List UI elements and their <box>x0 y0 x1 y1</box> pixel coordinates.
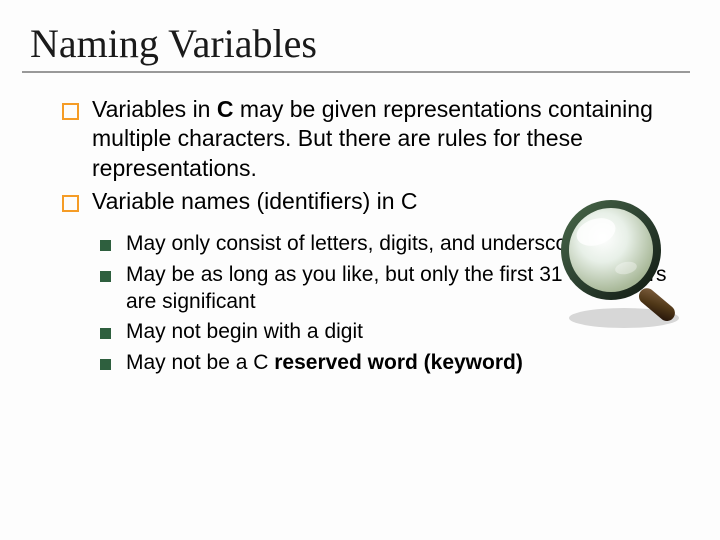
bullet-1-text-pre: Variables in <box>92 96 217 122</box>
bullet-2-text: Variable names (identifiers) in C <box>92 188 418 214</box>
subbullet-1-text: May only consist of letters, digits, and… <box>126 232 596 255</box>
bullet-1-text-bold: C <box>217 96 234 122</box>
subbullet-3-text: May not begin with a digit <box>126 320 363 343</box>
subbullet-4-text-pre: May not be a C <box>126 351 274 374</box>
subbullet-4-text-bold: reserved word (keyword) <box>274 351 523 374</box>
magnifying-glass-icon <box>546 190 696 340</box>
slide-title: Naming Variables <box>22 20 690 73</box>
bullet-1: Variables in C may be given representati… <box>62 95 690 183</box>
subbullet-4: May not be a C reserved word (keyword) <box>100 350 690 377</box>
